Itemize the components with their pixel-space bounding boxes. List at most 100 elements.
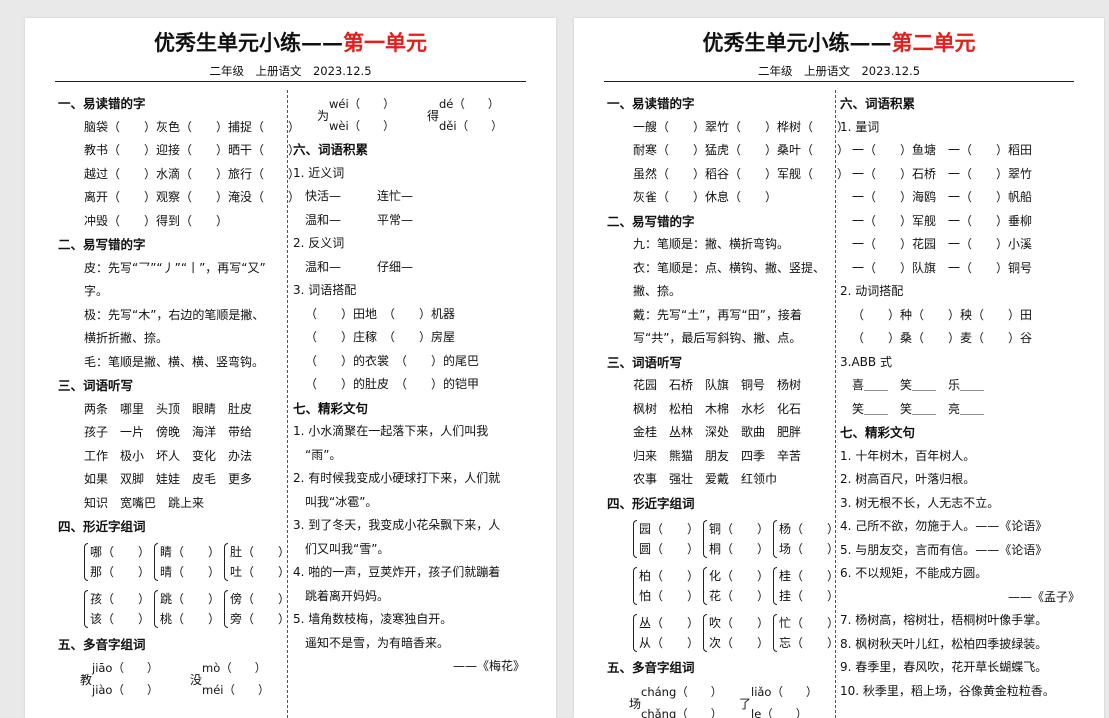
section-heading: 三、词语听写	[58, 374, 290, 398]
pinyin-entry: děi（ ）	[439, 116, 503, 136]
page-title: 优秀生单元小练——第二单元	[574, 27, 1104, 57]
text-line: （ ）的衣裳 （ ）的尾巴	[293, 350, 525, 374]
text-line: 金桂 丛林 深处 歌曲 肥胖	[607, 421, 837, 445]
char-pair: 孩（ ）该（ ）	[84, 589, 150, 629]
text-line: 归来 熊猫 朋友 四季 辛苦	[607, 445, 837, 469]
text-line: 脑袋（ ）灰色（ ）捕捉（ ）	[58, 116, 290, 140]
text-line: （ ）田地 （ ）机器	[293, 303, 525, 327]
text-line: 离开（ ）观察（ ）淹没（ ）	[58, 186, 290, 210]
text-line: 1. 量词	[840, 116, 1080, 140]
char-entry: 挂（ ）	[779, 586, 839, 606]
similar-char-group: 哪（ ）那（ ）睛（ ）晴（ ）肚（ ）吐（ ）	[58, 539, 290, 586]
similar-char-group: 丛（ ）从（ ）吹（ ）次（ ）忙（ ）忘（ ）	[607, 609, 837, 656]
char-entry: 该（ ）	[90, 609, 150, 629]
char-entry: 旁（ ）	[230, 609, 290, 629]
text-line: 如果 双脚 娃娃 皮毛 更多	[58, 468, 290, 492]
column-divider	[287, 90, 288, 718]
page-subtitle: 二年级 上册语文 2023.12.5	[574, 63, 1104, 79]
text-line: 皮：先写“乛”“丿”“丨”，再写“又”	[58, 257, 290, 281]
char-entry: 桂（ ）	[779, 566, 839, 586]
char-entry: 孩（ ）	[90, 589, 150, 609]
polyphone-group: 场cháng（ ）chǎng（ ）了liǎo（ ）le（ ）	[629, 680, 837, 718]
char-entry: 跳（ ）	[160, 589, 220, 609]
text-line: 一（ ）鱼塘 一（ ）稻田	[840, 139, 1080, 163]
char-entry: 柏（ ）	[639, 566, 699, 586]
text-line: 1. 小水滴聚在一起落下来，人们叫我	[293, 420, 525, 444]
section-heading: 七、精彩文句	[840, 421, 1080, 445]
char-pair: 肚（ ）吐（ ）	[224, 542, 290, 582]
char-pair-items: 睛（ ）晴（ ）	[160, 542, 220, 582]
polyphone-group: 教jiāo（ ）jiào（ ）没mò（ ）méi（ ）	[80, 656, 290, 702]
polyphone-group: 为wéi（ ）wèi（ ）得dé（ ）děi（ ）	[317, 92, 525, 138]
pinyin-entry: mò（ ）	[202, 658, 266, 678]
char-entry: 园（ ）	[639, 519, 699, 539]
char-entry: 次（ ）	[709, 633, 769, 653]
section-heading: 五、多音字组词	[58, 633, 290, 657]
char-entry: 忘（ ）	[779, 633, 839, 653]
char-pair: 桂（ ）挂（ ）	[773, 566, 839, 606]
text-line: 3. 到了冬天，我变成小花朵飘下来，人	[293, 514, 525, 538]
char-pair: 化（ ）花（ ）	[703, 566, 769, 606]
char-pair-items: 跳（ ）桃（ ）	[160, 589, 220, 629]
char-pair: 丛（ ）从（ ）	[633, 613, 699, 653]
similar-char-group: 孩（ ）该（ ）跳（ ）桃（ ）傍（ ）旁（ ）	[58, 586, 290, 633]
text-line: 戴：先写“土”，再写“田”，接着	[607, 304, 837, 328]
text-line: 九：笔顺是：撇、横折弯钩。	[607, 233, 837, 257]
pinyin-entry: le（ ）	[751, 704, 807, 718]
text-line: 毛：笔顺是撇、横、横、竖弯钩。	[58, 351, 290, 375]
text-line: “雨”。	[293, 444, 525, 468]
text-line: 教书（ ）迎接（ ）晒干（ ）	[58, 139, 290, 163]
citation: ——《孟子》	[840, 586, 1080, 610]
text-line: （ ）桑（ ）麦（ ）谷	[840, 327, 1080, 351]
pinyin-entry: liǎo（ ）	[751, 682, 817, 702]
polyphone-char: 了	[739, 694, 751, 714]
char-pair-items: 傍（ ）旁（ ）	[230, 589, 290, 629]
right-column: 为wéi（ ）wèi（ ）得dé（ ）děi（ ）六、词语积累1. 近义词快活—…	[293, 92, 525, 679]
brace-mark	[633, 614, 637, 652]
text-line: 5. 墙角数枝梅，凌寒独自开。	[293, 608, 525, 632]
char-pair-items: 桂（ ）挂（ ）	[779, 566, 839, 606]
section-heading: 一、易读错的字	[58, 92, 290, 116]
text-line: 2. 树高百尺，叶落归根。	[840, 468, 1080, 492]
text-line: 横折折撇、捺。	[58, 327, 290, 351]
text-line: 6. 不以规矩，不能成方圆。	[840, 562, 1080, 586]
char-entry: 化（ ）	[709, 566, 769, 586]
section-heading: 六、词语积累	[293, 138, 525, 162]
brace-mark	[773, 614, 777, 652]
pinyin-entry: jiào（ ）	[92, 680, 158, 700]
text-line: 们又叫我“雪”。	[293, 538, 525, 562]
text-line: 工作 极小 坏人 变化 办法	[58, 445, 290, 469]
text-line: 2. 反义词	[293, 232, 525, 256]
brace-mark	[84, 543, 88, 581]
citation: ——《梅花》	[293, 655, 525, 679]
text-line: 冲毁（ ）得到（ ）	[58, 210, 290, 234]
text-line: 3. 词语搭配	[293, 279, 525, 303]
pinyin-entry: jiāo（ ）	[92, 658, 158, 678]
text-line: 温和— 仔细—	[293, 256, 525, 280]
brace-mark	[84, 590, 88, 628]
char-pair: 柏（ ）怕（ ）	[633, 566, 699, 606]
text-line: 一（ ）军舰 一（ ）垂柳	[840, 210, 1080, 234]
title-rule	[604, 81, 1074, 82]
text-line: 衣：笔顺是：点、横钩、撇、竖提、	[607, 257, 837, 281]
pinyin-entry: wéi（ ）	[329, 94, 395, 114]
text-line: 两条 哪里 头顶 眼睛 肚皮	[58, 398, 290, 422]
section-heading: 六、词语积累	[840, 92, 1080, 116]
text-line: 温和— 平常—	[293, 209, 525, 233]
text-line: 4. 己所不欲，勿施于人。——《论语》	[840, 515, 1080, 539]
text-line: 写“共”，最后写斜钩、撇、点。	[607, 327, 837, 351]
worksheet-page-1: 优秀生单元小练——第一单元 二年级 上册语文 2023.12.5 一、易读错的字…	[25, 18, 556, 718]
char-pair: 哪（ ）那（ ）	[84, 542, 150, 582]
text-line: 孩子 一片 傍晚 海洋 带给	[58, 421, 290, 445]
text-line: 9. 春季里，春风吹，花开草长蝴蝶飞。	[840, 656, 1080, 680]
text-line: 耐寒（ ）猛虎（ ）桑叶（ ）	[607, 139, 837, 163]
char-entry: 吹（ ）	[709, 613, 769, 633]
char-entry: 从（ ）	[639, 633, 699, 653]
text-line: 花园 石桥 队旗 铜号 杨树	[607, 374, 837, 398]
char-entry: 桃（ ）	[160, 609, 220, 629]
section-heading: 七、精彩文句	[293, 397, 525, 421]
brace-mark	[773, 520, 777, 558]
page-title: 优秀生单元小练——第一单元	[25, 27, 556, 57]
brace-mark	[154, 543, 158, 581]
char-entry: 哪（ ）	[90, 542, 150, 562]
